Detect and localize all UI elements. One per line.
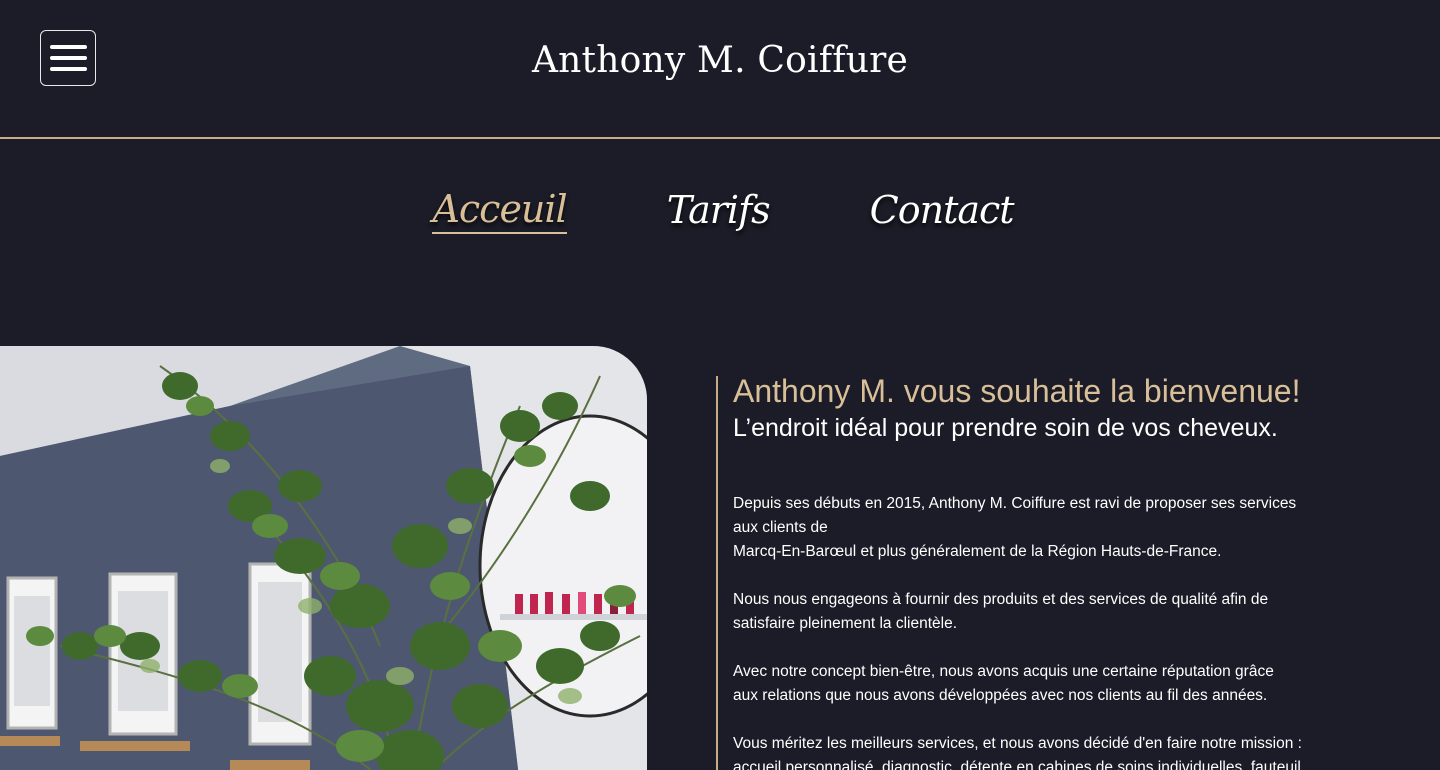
site-header: Anthony M. Coiffure	[0, 0, 1440, 139]
paragraph-line: Nous nous engageons à fournir des produi…	[733, 591, 1269, 608]
paragraph-line: Vous méritez les meilleurs services, et …	[733, 735, 1302, 752]
welcome-paragraphs: Depuis ses débuts en 2015, Anthony M. Co…	[733, 492, 1376, 770]
welcome-subtitle: L’endroit idéal pour prendre soin de vos…	[733, 414, 1278, 442]
paragraph-line: Avec notre concept bien-être, nous avons…	[733, 663, 1274, 680]
site-title: Anthony M. Coiffure	[531, 40, 909, 81]
hero-image-salon	[0, 346, 647, 770]
nav-link-contact[interactable]: Contact	[870, 188, 1015, 232]
paragraph-mission: Vous méritez les meilleurs services, et …	[733, 732, 1363, 770]
main-nav: Acceuil Tarifs Contact	[0, 170, 1440, 250]
welcome-section: Anthony M. vous souhaite la bienvenue! L…	[716, 373, 1376, 770]
paragraph-line: Depuis ses débuts en 2015, Anthony M. Co…	[733, 495, 1297, 512]
paragraph-line: aux clients de	[733, 519, 828, 536]
page: Anthony M. Coiffure Acceuil Tarifs Conta…	[0, 0, 1440, 770]
paragraph-history: Depuis ses débuts en 2015, Anthony M. Co…	[733, 492, 1363, 564]
paragraph-line: aux relations que nous avons développées…	[733, 687, 1268, 704]
nav-link-tarifs[interactable]: Tarifs	[667, 188, 771, 232]
paragraph-commitment: Nous nous engageons à fournir des produi…	[733, 588, 1363, 636]
paragraph-line: satisfaire pleinement la clientèle.	[733, 615, 958, 632]
paragraph-concept: Avec notre concept bien-être, nous avons…	[733, 660, 1363, 708]
welcome-title: Anthony M. vous souhaite la bienvenue!	[733, 373, 1301, 409]
paragraph-line: Marcq-En-Barœul et plus généralement de …	[733, 543, 1222, 560]
paragraph-line: accueil personnalisé, diagnostic, détent…	[733, 759, 1301, 770]
nav-link-acceuil[interactable]: Acceuil	[432, 187, 568, 234]
